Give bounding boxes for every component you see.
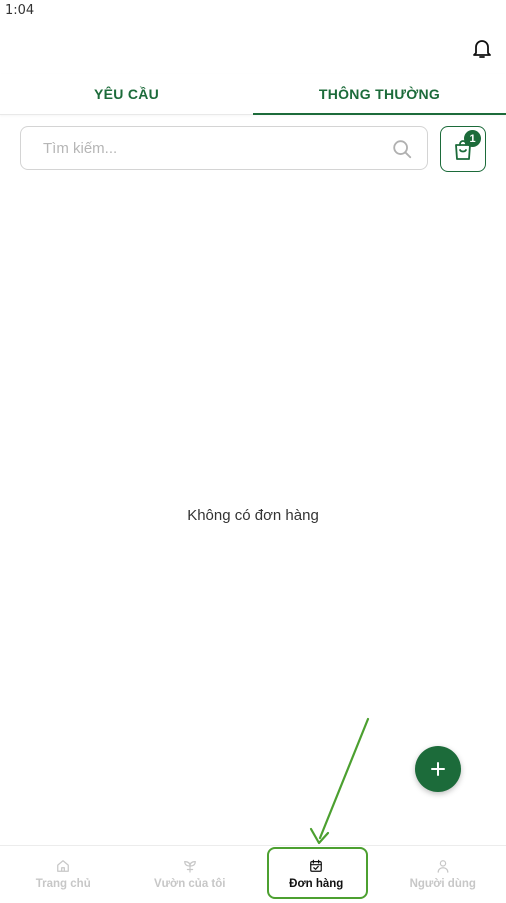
home-icon [56,859,70,873]
tab-label: YÊU CẦU [94,86,159,102]
tab-bar: YÊU CẦU THÔNG THƯỜNG [0,74,506,115]
user-icon [436,859,450,873]
nav-label: Vườn của tôi [154,878,225,890]
nav-label: Đơn hàng [289,878,343,890]
bottom-navigation: Trang chủ Vườn của tôi Đơn hàng Người dù… [0,845,506,903]
search-input[interactable] [41,139,365,158]
tab-label: THÔNG THƯỜNG [319,86,440,102]
status-time: 1:04 [5,3,34,18]
bell-icon[interactable] [470,36,494,60]
empty-state-message: Không có đơn hàng [0,507,506,524]
search-field [20,126,428,170]
nav-item-home[interactable]: Trang chủ [0,846,127,903]
cart-button[interactable]: 1 [440,126,486,172]
nav-label: Trang chủ [36,878,91,890]
search-icon[interactable] [391,138,413,160]
plus-icon [430,761,446,777]
calendar-check-icon [309,859,323,873]
nav-item-my-garden[interactable]: Vườn của tôi [127,846,254,903]
tab-thong-thuong[interactable]: THÔNG THƯỜNG [253,74,506,114]
nav-item-user[interactable]: Người dùng [380,846,506,903]
tab-yeu-cau[interactable]: YÊU CẦU [0,74,253,114]
nav-label: Người dùng [410,878,476,890]
nav-item-orders[interactable]: Đơn hàng [253,846,380,903]
plant-icon [183,859,197,873]
cart-count-badge: 1 [464,130,481,147]
status-bar: 1:04 [0,0,506,24]
add-order-button[interactable] [415,746,461,792]
top-app-bar [0,24,506,74]
